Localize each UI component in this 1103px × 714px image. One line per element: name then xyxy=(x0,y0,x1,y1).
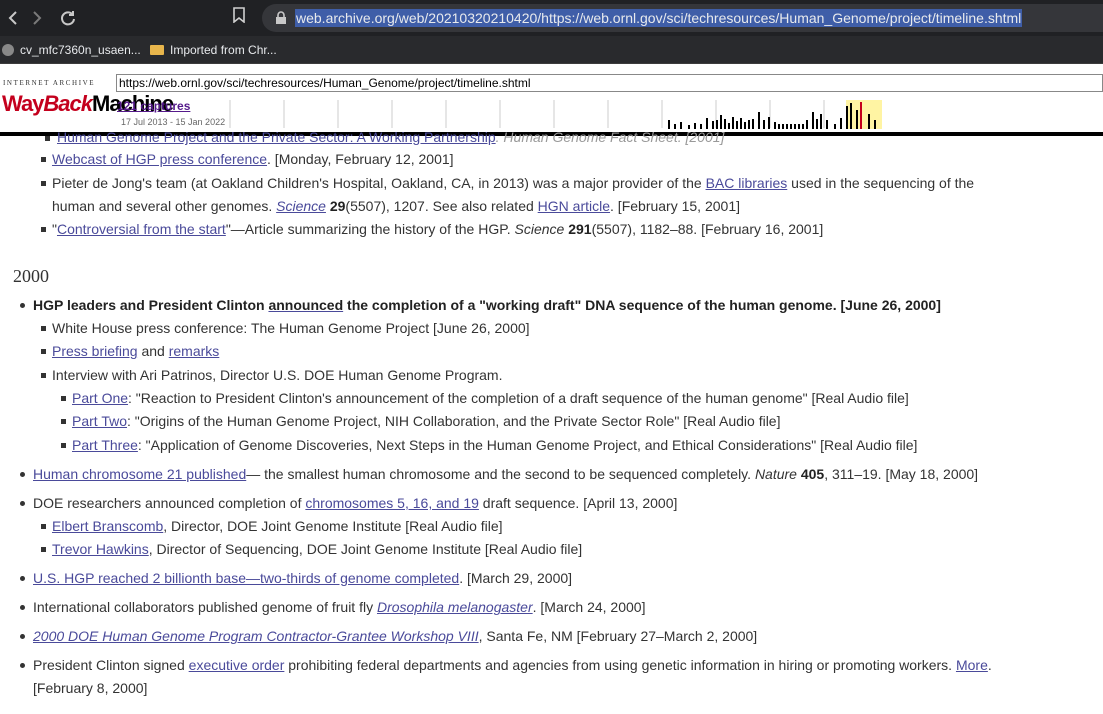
list-item: DOE researchers announced completion of … xyxy=(33,495,678,511)
workshop-link[interactable]: 2000 DOE Human Genome Program Contractor… xyxy=(33,628,479,644)
folder-icon xyxy=(150,45,164,55)
drosophila-link[interactable]: Drosophila melanogaster xyxy=(377,599,533,615)
year-heading: 2000 xyxy=(13,266,49,286)
list-item: Interview with Ari Patrinos, Director U.… xyxy=(52,367,503,383)
hgp-private-sector-link[interactable]: Human Genome Project and the Private Sec… xyxy=(57,129,496,145)
list-bullet xyxy=(41,181,46,186)
list-item: Elbert Branscomb, Director, DOE Joint Ge… xyxy=(52,518,503,534)
list-bullet xyxy=(20,576,25,581)
address-bar[interactable]: web.archive.org/web/20210320210420/https… xyxy=(262,4,1103,32)
part-three-link[interactable]: Part Three xyxy=(72,437,138,453)
back-icon[interactable] xyxy=(3,7,25,29)
list-bullet xyxy=(45,136,50,141)
part-one-link[interactable]: Part One xyxy=(72,390,128,406)
list-bullet xyxy=(61,443,66,448)
list-bullet xyxy=(41,227,46,232)
list-bullet xyxy=(20,472,25,477)
bookmark-icon[interactable] xyxy=(228,7,250,29)
capture-date-range: 17 Jul 2013 - 15 Jan 2022 xyxy=(121,117,226,127)
wayback-url-input[interactable]: https://web.ornl.gov/sci/techresources/H… xyxy=(116,74,1103,92)
page-content: Human Genome Project and the Private Sec… xyxy=(0,129,1103,714)
announced-link[interactable]: announced xyxy=(268,297,343,313)
science-journal-link[interactable]: Science xyxy=(276,198,326,214)
list-bullet xyxy=(41,326,46,331)
list-item: 2000 DOE Human Genome Program Contractor… xyxy=(33,628,758,644)
bookmark-label: Imported from Chr... xyxy=(170,43,277,57)
browser-toolbar: web.archive.org/web/20210320210420/https… xyxy=(0,0,1103,36)
list-item-headline: HGP leaders and President Clinton announ… xyxy=(33,297,941,313)
list-bullet xyxy=(41,349,46,354)
list-item: Pieter de Jong's team (at Oakland Childr… xyxy=(52,175,975,191)
list-bullet xyxy=(20,501,25,506)
list-item: Human chromosome 21 published— the small… xyxy=(33,466,979,482)
bac-libraries-link[interactable]: BAC libraries xyxy=(706,175,788,191)
chromosome-21-link[interactable]: Human chromosome 21 published xyxy=(33,466,246,482)
list-bullet xyxy=(41,157,46,162)
list-bullet xyxy=(61,396,66,401)
lock-icon xyxy=(274,11,288,25)
list-bullet xyxy=(41,373,46,378)
captures-link[interactable]: 121 captures xyxy=(117,99,190,113)
bookmarks-bar: cv_mfc7360n_usaen... Imported from Chr..… xyxy=(0,36,1103,64)
list-item: White House press conference: The Human … xyxy=(52,320,530,336)
wayback-toolbar: INTERNET ARCHIVE WayBackMachine https://… xyxy=(0,64,1103,136)
hawkins-link[interactable]: Trevor Hawkins xyxy=(52,541,149,557)
list-item: Part Three: "Application of Genome Disco… xyxy=(72,437,918,453)
favicon-icon xyxy=(2,44,14,56)
list-item: "Controversial from the start"—Article s… xyxy=(52,221,824,237)
bookmark-label: cv_mfc7360n_usaen... xyxy=(20,43,141,57)
chromosomes-link[interactable]: chromosomes 5, 16, and 19 xyxy=(305,495,479,511)
list-item: International collaborators published ge… xyxy=(33,599,646,615)
list-bullet xyxy=(20,634,25,639)
bookmark-folder[interactable]: Imported from Chr... xyxy=(150,41,277,59)
capture-sparkline[interactable] xyxy=(228,100,884,130)
list-item-continued: [February 8, 2000] xyxy=(33,680,148,696)
list-bullet xyxy=(41,524,46,529)
more-link[interactable]: More xyxy=(956,657,988,673)
remarks-link[interactable]: remarks xyxy=(169,343,220,359)
list-item-continued: human and several other genomes. Science… xyxy=(52,198,740,214)
list-item: Human Genome Project and the Private Sec… xyxy=(57,129,725,145)
forward-icon[interactable] xyxy=(25,7,47,29)
address-url[interactable]: web.archive.org/web/20210320210420/https… xyxy=(295,9,1023,27)
reload-icon[interactable] xyxy=(57,7,79,29)
webcast-link[interactable]: Webcast of HGP press conference xyxy=(52,151,267,167)
list-item: Press briefing and remarks xyxy=(52,343,220,359)
list-bullet xyxy=(20,605,25,610)
branscomb-link[interactable]: Elbert Branscomb xyxy=(52,518,163,534)
list-bullet xyxy=(20,663,25,668)
list-bullet xyxy=(20,303,25,308)
press-briefing-link[interactable]: Press briefing xyxy=(52,343,138,359)
list-item: U.S. HGP reached 2 billionth base—two-th… xyxy=(33,570,573,586)
list-bullet xyxy=(61,419,66,424)
internet-archive-label: INTERNET ARCHIVE xyxy=(3,79,96,87)
controversial-link[interactable]: Controversial from the start xyxy=(57,221,226,237)
list-item: President Clinton signed executive order… xyxy=(33,657,992,673)
billionth-base-link[interactable]: U.S. HGP reached 2 billionth base—two-th… xyxy=(33,570,459,586)
list-bullet xyxy=(41,547,46,552)
bookmark-item[interactable]: cv_mfc7360n_usaen... xyxy=(2,41,141,59)
executive-order-link[interactable]: executive order xyxy=(189,657,285,673)
hgn-article-link[interactable]: HGN article xyxy=(538,198,610,214)
list-item: Trevor Hawkins, Director of Sequencing, … xyxy=(52,541,583,557)
list-item: Part Two: "Origins of the Human Genome P… xyxy=(72,413,781,429)
part-two-link[interactable]: Part Two xyxy=(72,413,127,429)
list-item: Webcast of HGP press conference. [Monday… xyxy=(52,151,454,167)
list-item: Part One: "Reaction to President Clinton… xyxy=(72,390,909,406)
